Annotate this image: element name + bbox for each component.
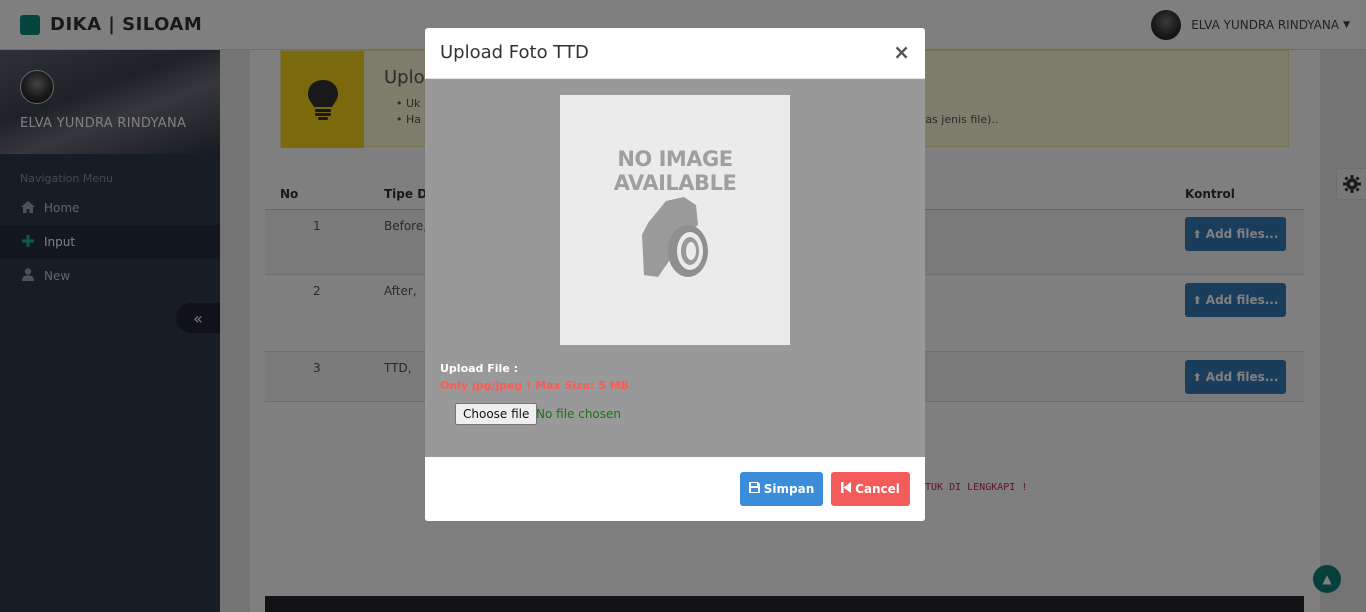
modal-header: Upload Foto TTD × [425,28,925,79]
step-backward-icon [841,482,852,496]
modal-body: NO IMAGE AVAILABLE Upload File : Only jp… [425,79,925,457]
save-button[interactable]: Simpan [740,472,823,506]
modal-footer: Simpan Cancel [425,457,925,521]
cancel-button[interactable]: Cancel [831,472,910,506]
choose-file-button[interactable]: Choose file [455,403,538,425]
save-button-label: Simpan [763,482,815,496]
image-placeholder: NO IMAGE AVAILABLE [560,95,790,345]
file-status-text: No file chosen [536,407,622,421]
placeholder-text: NO IMAGE AVAILABLE [613,147,737,195]
close-icon[interactable]: × [893,42,910,62]
upload-modal: Upload Foto TTD × NO IMAGE AVAILABLE Upl… [425,28,925,521]
upload-file-label: Upload File : [440,362,519,375]
upload-constraint-note: Only jpg/jpeg ! Max Size: 5 MB [440,379,630,392]
cancel-button-label: Cancel [855,482,900,496]
floppy-disk-icon [748,482,760,496]
camera-icon [642,197,708,277]
modal-title: Upload Foto TTD [440,42,589,63]
